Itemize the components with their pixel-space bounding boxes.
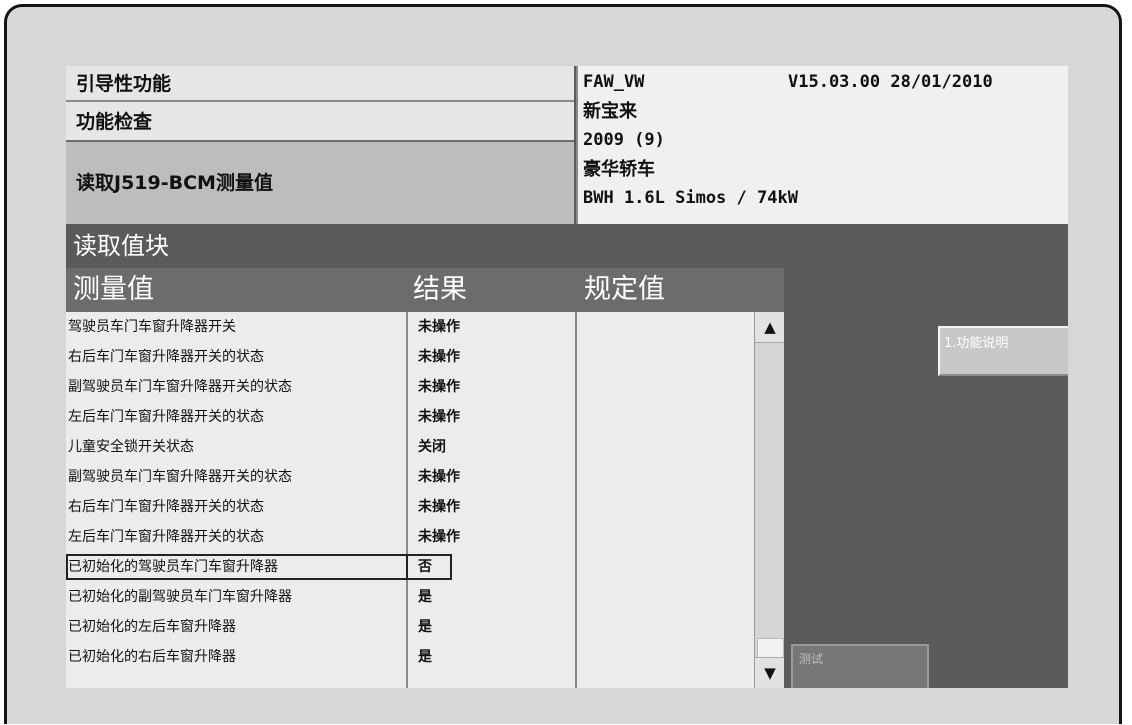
table-row-selected[interactable]: 已初始化的驾驶员车门车窗升降器 否 xyxy=(66,552,756,582)
row-value: 否 xyxy=(418,559,432,575)
nav-guided-functions[interactable]: 引导性功能 xyxy=(66,66,574,102)
vehicle-info: FAW_VW V15.03.00 28/01/2010 新宝来 2009 (9)… xyxy=(576,66,1068,224)
nav-read-bcm-values[interactable]: 读取J519-BCM测量值 xyxy=(66,142,574,224)
navigation-path: 引导性功能 功能检查 读取J519-BCM测量值 xyxy=(66,66,574,224)
row-value: 关闭 xyxy=(418,439,446,455)
row-value: 未操作 xyxy=(418,409,460,425)
col-spec: 规定值 xyxy=(584,274,665,305)
scroll-down-icon[interactable]: ▼ xyxy=(755,657,784,688)
table-row[interactable]: 已初始化的副驾驶员车门车窗升降器 是 xyxy=(66,582,756,612)
row-name: 已初始化的右后车窗升降器 xyxy=(68,649,236,665)
table-row[interactable]: 副驾驶员车门车窗升降器开关的状态 未操作 xyxy=(66,462,756,492)
software-version: V15.03.00 28/01/2010 xyxy=(788,72,993,92)
row-name: 右后车门车窗升降器开关的状态 xyxy=(68,349,264,365)
row-name: 儿童安全锁开关状态 xyxy=(68,439,194,455)
row-value: 未操作 xyxy=(418,349,460,365)
model-label: 新宝来 xyxy=(583,101,637,122)
row-name: 已初始化的副驾驶员车门车窗升降器 xyxy=(68,589,292,605)
row-value: 未操作 xyxy=(418,499,460,515)
table-row[interactable]: 右后车门车窗升降器开关的状态 未操作 xyxy=(66,492,756,522)
body-type: 豪华轿车 xyxy=(583,159,655,180)
row-value: 是 xyxy=(418,589,432,605)
row-value: 是 xyxy=(418,649,432,665)
row-value: 未操作 xyxy=(418,379,460,395)
selection-divider xyxy=(406,554,408,580)
table-row[interactable]: 副驾驶员车门车窗升降器开关的状态 未操作 xyxy=(66,372,756,402)
table-row[interactable]: 已初始化的右后车窗升降器 是 xyxy=(66,642,756,672)
row-name: 副驾驶员车门车窗升降器开关的状态 xyxy=(68,469,292,485)
row-name: 副驾驶员车门车窗升降器开关的状态 xyxy=(68,379,292,395)
diagnostic-screen: 引导性功能 功能检查 读取J519-BCM测量值 FAW_VW V15.03.0… xyxy=(66,66,1068,688)
measurement-table: 驾驶员车门车窗升降器开关 未操作 右后车门车窗升降器开关的状态 未操作 副驾驶员… xyxy=(66,312,784,688)
model-year: 2009 (9) xyxy=(583,130,665,150)
row-name: 已初始化的左后车窗升降器 xyxy=(68,619,236,635)
row-name: 驾驶员车门车窗升降器开关 xyxy=(68,319,236,335)
row-value: 未操作 xyxy=(418,529,460,545)
table-row[interactable]: 右后车门车窗升降器开关的状态 未操作 xyxy=(66,342,756,372)
nav-function-check[interactable]: 功能检查 xyxy=(66,102,574,142)
vertical-scrollbar[interactable]: ▲ ▼ xyxy=(754,312,784,688)
row-name: 左后车门车窗升降器开关的状态 xyxy=(68,529,264,545)
scroll-up-icon[interactable]: ▲ xyxy=(755,312,784,343)
row-value: 未操作 xyxy=(418,469,460,485)
table-row[interactable]: 儿童安全锁开关状态 关闭 xyxy=(66,432,756,462)
table-header: 测量值 结果 规定值 xyxy=(66,268,784,313)
row-name: 左后车门车窗升降器开关的状态 xyxy=(68,409,264,425)
test-button[interactable]: 测试 xyxy=(791,644,929,688)
section-title: 读取值块 xyxy=(66,224,1068,268)
table-row[interactable]: 已初始化的左后车窗升降器 是 xyxy=(66,612,756,642)
table-row[interactable]: 左后车门车窗升降器开关的状态 未操作 xyxy=(66,402,756,432)
col-result: 结果 xyxy=(413,274,467,305)
function-description-button[interactable]: 1.功能说明 xyxy=(938,326,1068,376)
engine-info: BWH 1.6L Simos / 74kW xyxy=(583,188,798,208)
table-row[interactable]: 驾驶员车门车窗升降器开关 未操作 xyxy=(66,312,756,342)
row-value: 是 xyxy=(418,619,432,635)
row-name: 已初始化的驾驶员车门车窗升降器 xyxy=(68,559,278,575)
row-value: 未操作 xyxy=(418,319,460,335)
row-name: 右后车门车窗升降器开关的状态 xyxy=(68,499,264,515)
table-row[interactable]: 左后车门车窗升降器开关的状态 未操作 xyxy=(66,522,756,552)
col-measurement: 测量值 xyxy=(73,274,154,305)
